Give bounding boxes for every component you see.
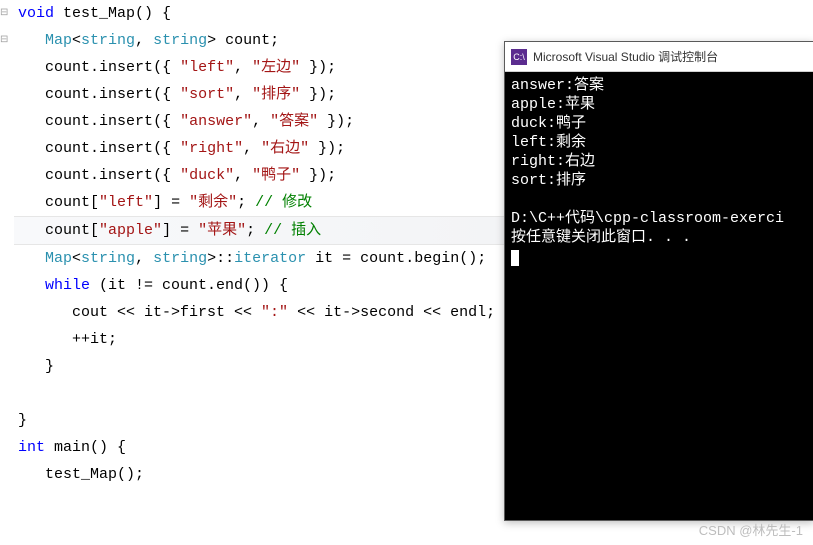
line-insert-4: count.insert({ "right", "右边" });	[14, 135, 505, 162]
line-fn-decl: void test_Map() {	[14, 0, 505, 27]
out-line: answer:答案	[511, 77, 604, 94]
line-insert-2: count.insert({ "sort", "排序" });	[14, 81, 505, 108]
out-line: right:右边	[511, 153, 595, 170]
line-while: while (it != count.end()) {	[14, 272, 505, 299]
out-line: sort:排序	[511, 172, 586, 189]
line-set-2-current: count["apple"] = "苹果"; // 插入	[14, 216, 505, 245]
out-prompt: 按任意键关闭此窗口. . .	[511, 229, 691, 246]
out-path: D:\C++代码\cpp-classroom-exerci	[511, 210, 784, 227]
out-line: duck:鸭子	[511, 115, 586, 132]
line-insert-5: count.insert({ "duck", "鸭子" });	[14, 162, 505, 189]
console-titlebar[interactable]: C:\ Microsoft Visual Studio 调试控制台	[505, 42, 813, 72]
line-insert-1: count.insert({ "left", "左边" });	[14, 54, 505, 81]
console-output: answer:答案 apple:苹果 duck:鸭子 left:剩余 right…	[505, 72, 813, 270]
line-brace-close-fn: }	[14, 407, 505, 434]
console-title: Microsoft Visual Studio 调试控制台	[533, 48, 718, 65]
gutter: ⊟ ⊟	[0, 0, 14, 545]
line-iter: Map<string, string>::iterator it = count…	[14, 245, 505, 272]
line-blank	[14, 380, 505, 407]
cursor-icon	[511, 250, 519, 266]
line-brace-close-inner: }	[14, 353, 505, 380]
out-line: apple:苹果	[511, 96, 595, 113]
line-decl: Map<string, string> count;	[14, 27, 505, 54]
line-inc: ++it;	[14, 326, 505, 353]
code-editor[interactable]: ⊟ ⊟ void test_Map() { Map<string, string…	[0, 0, 505, 545]
debug-console-window[interactable]: C:\ Microsoft Visual Studio 调试控制台 answer…	[504, 41, 813, 521]
line-call: test_Map();	[14, 461, 505, 488]
line-insert-3: count.insert({ "answer", "答案" });	[14, 108, 505, 135]
out-line: left:剩余	[511, 134, 586, 151]
line-cout: cout << it->first << ":" << it->second <…	[14, 299, 505, 326]
console-icon: C:\	[511, 49, 527, 65]
line-set-1: count["left"] = "剩余"; // 修改	[14, 189, 505, 216]
line-main-decl: int main() {	[14, 434, 505, 461]
watermark: CSDN @林先生-1	[699, 520, 803, 539]
